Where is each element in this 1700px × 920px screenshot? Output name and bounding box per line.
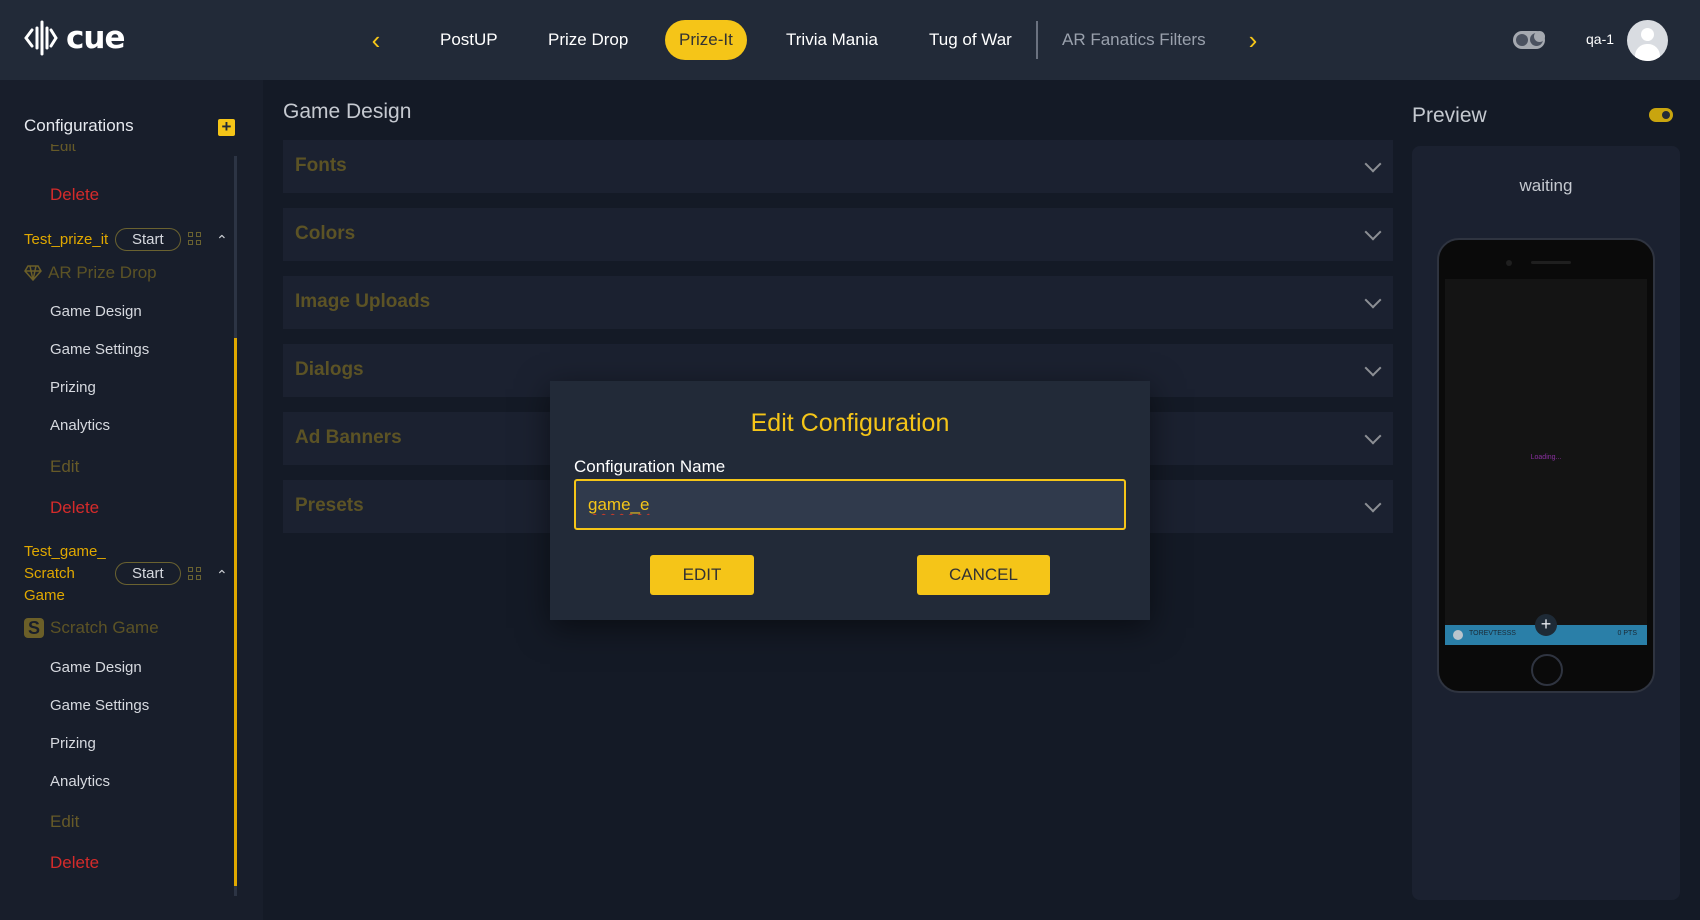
qr-code-icon[interactable] [188, 567, 202, 581]
player-points: 0 PTS [1617, 630, 1637, 637]
sidebar-item-edit-partial[interactable]: Edit [50, 144, 76, 158]
nav-prev-arrow-icon[interactable]: ‹ [364, 25, 388, 55]
username: qa-1 [1586, 31, 1615, 47]
sidebar-item-analytics[interactable]: Analytics [50, 773, 110, 790]
chevron-up-icon[interactable]: ⌃ [216, 233, 230, 247]
diamond-icon [24, 265, 42, 281]
tab-ar-fanatics-filters[interactable]: AR Fanatics Filters [1048, 20, 1220, 60]
game-type-ar-prize-drop: AR Prize Drop [24, 263, 157, 283]
game-type-scratch-game: S Scratch Game [24, 618, 159, 638]
tab-trivia-mania[interactable]: Trivia Mania [772, 20, 892, 60]
accordion-image-uploads[interactable]: Image Uploads [283, 276, 1393, 329]
edit-configuration-dialog: Edit Configuration Configuration Name ED… [550, 381, 1150, 620]
config-name[interactable]: Test_prize_it [24, 229, 108, 251]
top-navigation-bar: cue ‹ PostUP Prize Drop Prize-It Trivia … [0, 0, 1700, 80]
sidebar-item-game-design[interactable]: Game Design [50, 659, 142, 676]
chevron-down-icon [1364, 223, 1382, 241]
sidebar-item-game-settings[interactable]: Game Settings [50, 341, 149, 358]
sidebar-item-game-design[interactable]: Game Design [50, 303, 142, 320]
phone-camera [1506, 260, 1512, 266]
preview-panel: waiting Loading... TOREVTESSS 0 PTS + [1412, 146, 1680, 900]
edit-button[interactable]: EDIT [650, 555, 754, 595]
sidebar-item-edit[interactable]: Edit [50, 457, 79, 477]
loading-text: Loading... [1530, 454, 1562, 461]
preview-toggle[interactable] [1649, 108, 1673, 122]
player-name: TOREVTESSS [1469, 630, 1516, 637]
nav-next-arrow-icon[interactable]: › [1241, 25, 1265, 55]
cancel-button[interactable]: CANCEL [917, 555, 1050, 595]
user-avatar-icon[interactable] [1627, 20, 1668, 61]
tab-prize-it[interactable]: Prize-It [665, 20, 747, 60]
accordion-fonts[interactable]: Fonts [283, 140, 1393, 193]
chevron-down-icon [1364, 359, 1382, 377]
plus-icon: + [1535, 614, 1557, 636]
preview-title: Preview [1412, 104, 1487, 127]
sidebar-item-delete[interactable]: Delete [50, 185, 99, 205]
sidebar-item-game-settings[interactable]: Game Settings [50, 697, 149, 714]
sidebar-item-analytics[interactable]: Analytics [50, 417, 110, 434]
chevron-down-icon [1364, 495, 1382, 513]
nav-divider [1036, 21, 1038, 59]
phone-home-button [1531, 654, 1563, 686]
sidebar-item-delete[interactable]: Delete [50, 498, 99, 518]
logo-text: cue [66, 20, 125, 56]
phone-speaker [1531, 261, 1571, 264]
sidebar-item-prizing[interactable]: Prizing [50, 379, 96, 396]
scratch-game-icon: S [24, 618, 44, 638]
tab-prize-drop[interactable]: Prize Drop [534, 20, 642, 60]
accordion-colors[interactable]: Colors [283, 208, 1393, 261]
chevron-down-icon [1364, 427, 1382, 445]
dark-mode-toggle[interactable] [1513, 31, 1545, 49]
sidebar-item-prizing[interactable]: Prizing [50, 735, 96, 752]
tab-postup[interactable]: PostUP [426, 20, 512, 60]
start-button[interactable]: Start [115, 228, 181, 251]
cue-logo[interactable]: cue [24, 20, 125, 56]
sidebar-title: Configurations [24, 116, 134, 135]
tab-tug-of-war[interactable]: Tug of War [915, 20, 1026, 60]
sidebar-item-edit[interactable]: Edit [50, 812, 79, 832]
configuration-name-input[interactable] [574, 479, 1126, 530]
toggle-knob [1516, 34, 1528, 46]
player-avatar-icon [1453, 630, 1463, 640]
phone-mockup: Loading... TOREVTESSS 0 PTS + [1437, 238, 1655, 693]
add-configuration-icon[interactable]: + [218, 118, 235, 136]
page-title: Game Design [283, 100, 412, 123]
moon-icon [1530, 31, 1545, 46]
config-name[interactable]: Test_game_ Scratch Game [24, 541, 106, 607]
soundwave-logo-icon [24, 20, 58, 56]
chevron-down-icon [1364, 155, 1382, 173]
phone-screen: Loading... TOREVTESSS 0 PTS + [1445, 279, 1647, 645]
configurations-sidebar: Configurations + Edit Delete Test_prize_… [0, 80, 263, 920]
dialog-title: Edit Configuration [750, 409, 950, 437]
chevron-up-icon[interactable]: ⌃ [216, 568, 230, 582]
chevron-down-icon [1364, 291, 1382, 309]
sidebar-item-delete[interactable]: Delete [50, 853, 99, 873]
sidebar-scrollbar-thumb[interactable] [234, 338, 237, 886]
qr-code-icon[interactable] [188, 232, 202, 246]
preview-status: waiting [1519, 176, 1573, 195]
configuration-name-label: Configuration Name [574, 457, 726, 476]
start-button[interactable]: Start [115, 562, 181, 585]
